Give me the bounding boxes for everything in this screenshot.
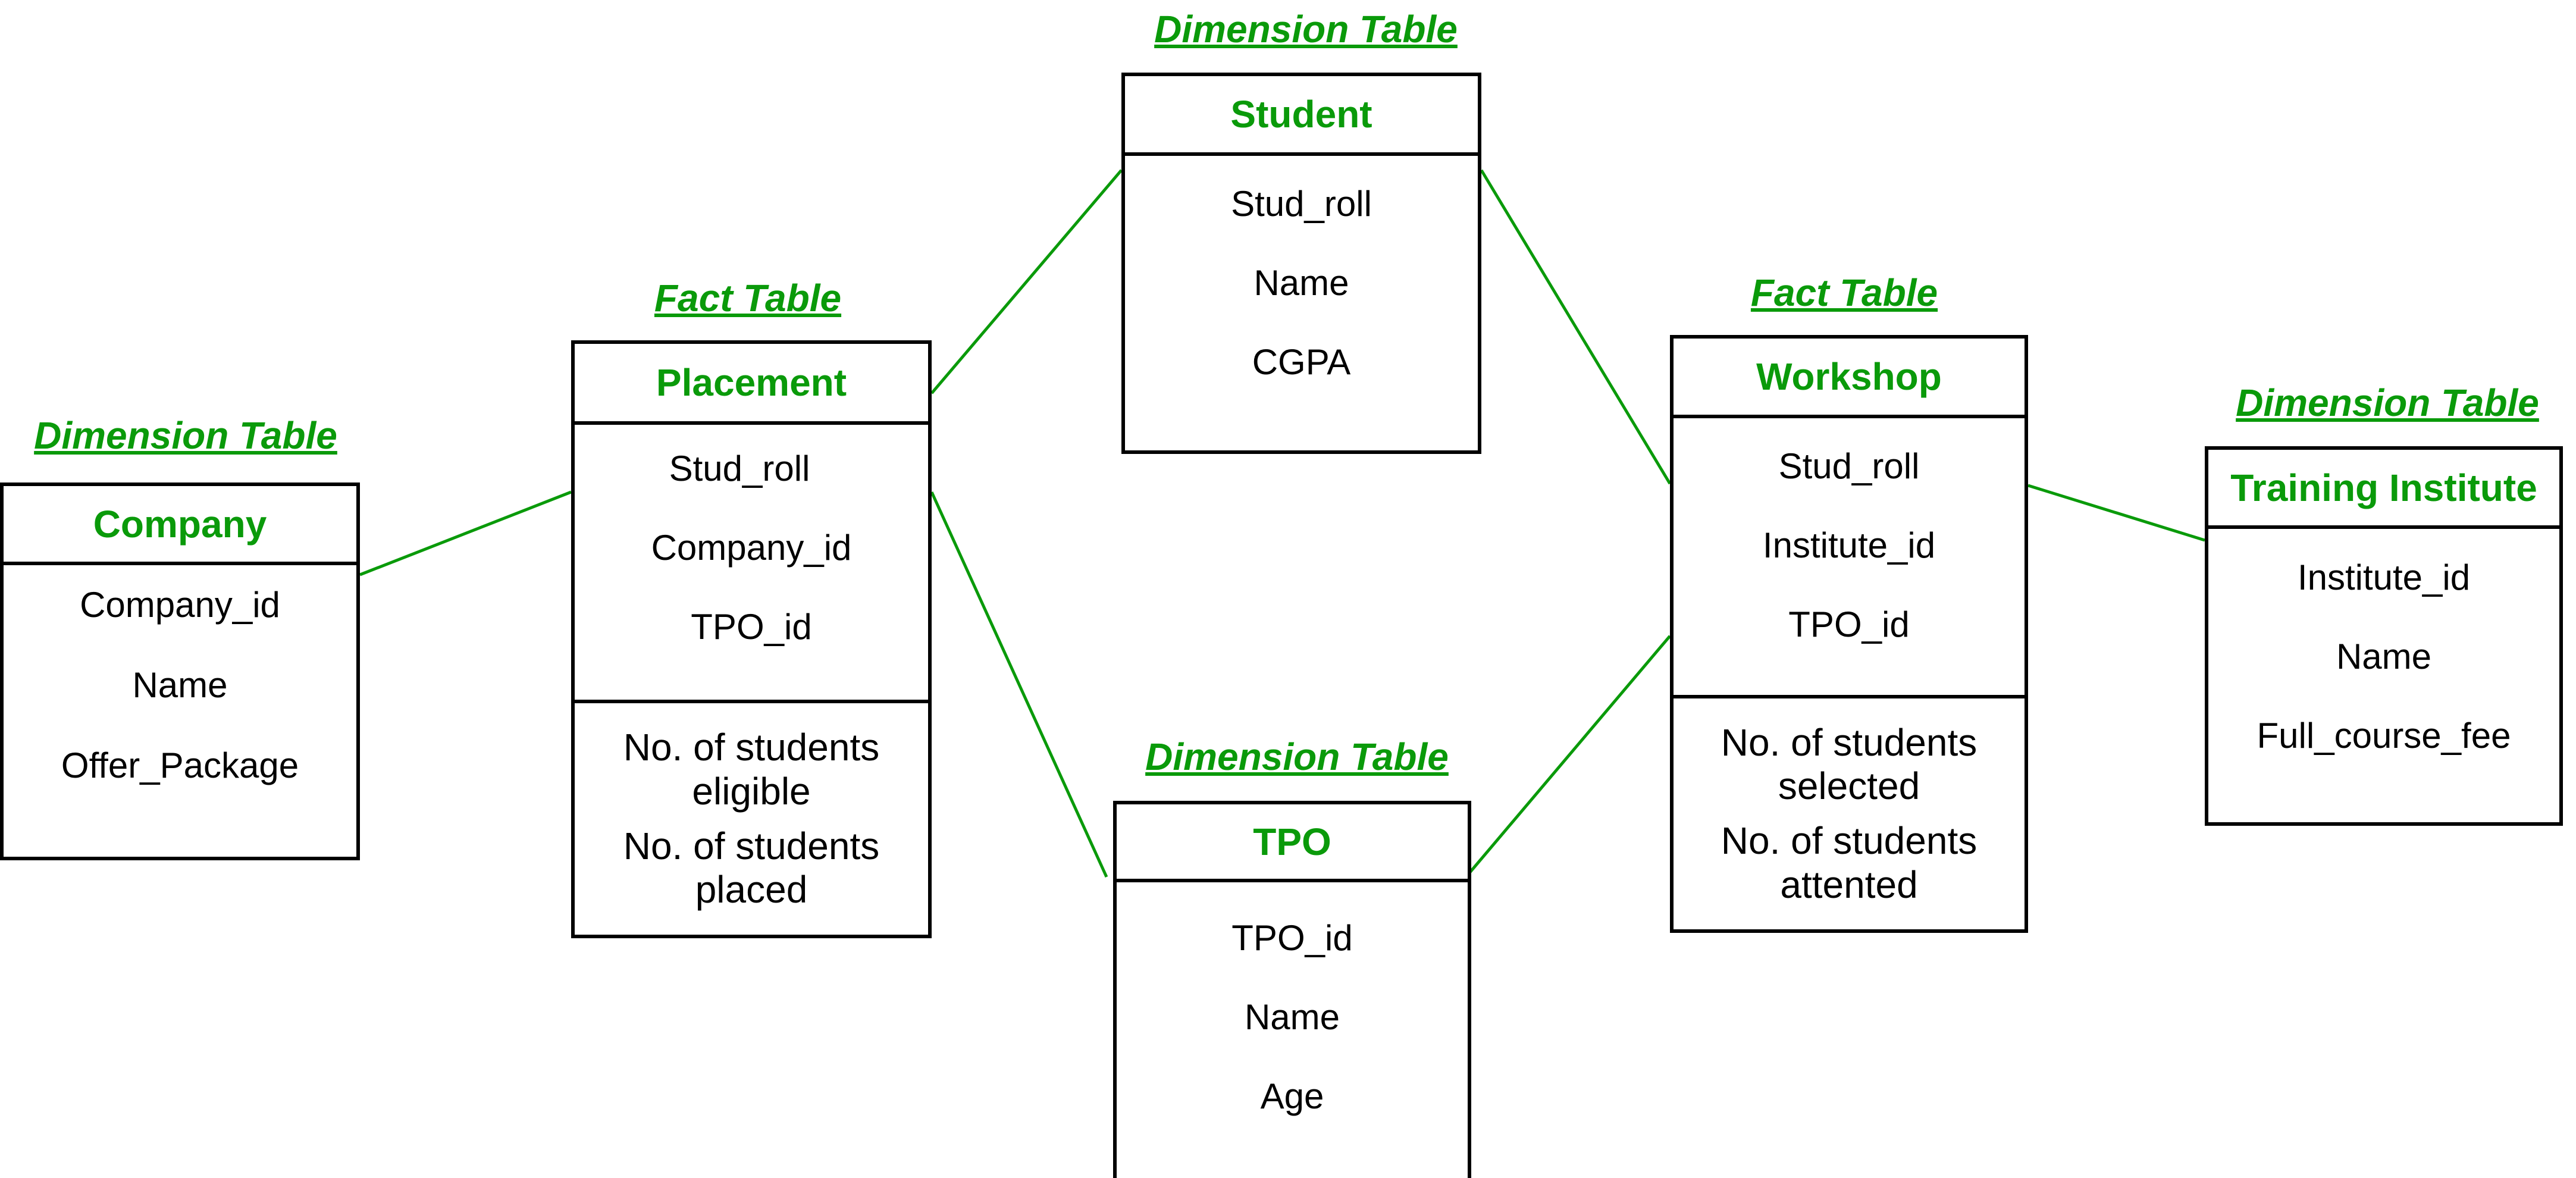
workshop-measure: No. of students attented — [1721, 819, 1978, 906]
placement-table-name: Placement — [575, 344, 928, 425]
placement-caption: Fact Table — [654, 277, 842, 319]
placement-key: Stud_roll — [669, 449, 810, 488]
training-institute-key: Institute_id — [2297, 557, 2471, 597]
training-institute-keys: Institute_id Name Full_course_fee — [2208, 557, 2559, 756]
student-key: Name — [1253, 263, 1349, 303]
student-key: CGPA — [1252, 342, 1351, 382]
tpo-keys: TPO_id Name Age — [1117, 917, 1468, 1117]
placement-measures: No. of students eligible No. of students… — [575, 700, 928, 935]
training-institute-table-name: Training Institute — [2208, 450, 2559, 529]
student-table: Student Stud_roll Name CGPA — [1121, 73, 1481, 454]
company-key: Company_id — [80, 585, 280, 625]
placement-measure: No. of students eligible — [623, 726, 880, 813]
workshop-measures: No. of students selected No. of students… — [1674, 695, 2025, 929]
workshop-key: Institute_id — [1762, 525, 1936, 565]
student-key: Stud_roll — [1231, 184, 1372, 224]
workshop-key: TPO_id — [1788, 604, 1910, 644]
company-table-name: Company — [4, 486, 356, 565]
workshop-measure: No. of students selected — [1721, 720, 1978, 808]
link-placement-tpo — [930, 491, 1108, 878]
tpo-caption: Dimension Table — [1145, 735, 1449, 778]
student-table-name: Student — [1125, 76, 1478, 156]
company-table: Company Company_id Name Offer_Package — [0, 483, 360, 860]
workshop-caption: Fact Table — [1750, 271, 1938, 314]
company-key: Offer_Package — [61, 745, 299, 785]
link-tpo-workshop — [1469, 635, 1671, 873]
student-keys: Stud_roll Name CGPA — [1125, 183, 1478, 383]
training-institute-key: Name — [2336, 637, 2432, 676]
star-schema-diagram: Dimension Table Company Company_id Name … — [0, 0, 2576, 1178]
company-key: Name — [132, 665, 228, 705]
tpo-table: TPO TPO_id Name Age — [1113, 801, 1471, 1178]
workshop-key: Stud_roll — [1778, 446, 1920, 486]
placement-keys: Stud_roll Company_id TPO_id — [575, 448, 928, 647]
workshop-keys: Stud_roll Institute_id TPO_id — [1674, 446, 2025, 645]
student-caption: Dimension Table — [1154, 8, 1458, 51]
workshop-table: Workshop Stud_roll Institute_id TPO_id N… — [1670, 335, 2028, 933]
tpo-key: TPO_id — [1231, 918, 1353, 958]
placement-measure: No. of students placed — [623, 824, 880, 911]
placement-key: Company_id — [651, 528, 852, 568]
company-caption: Dimension Table — [34, 414, 337, 457]
company-keys: Company_id Name Offer_Package — [4, 584, 356, 786]
tpo-key: Name — [1244, 997, 1340, 1037]
link-workshop-training-institute — [2027, 484, 2205, 542]
training-institute-key: Full_course_fee — [2257, 716, 2511, 756]
tpo-table-name: TPO — [1117, 804, 1468, 882]
placement-key: TPO_id — [691, 607, 812, 647]
link-placement-student — [930, 169, 1123, 394]
training-institute-caption: Dimension Table — [2236, 381, 2539, 424]
link-student-workshop — [1480, 169, 1672, 485]
link-company-placement — [359, 490, 572, 577]
tpo-key: Age — [1260, 1076, 1324, 1116]
workshop-table-name: Workshop — [1674, 339, 2025, 418]
training-institute-table: Training Institute Institute_id Name Ful… — [2205, 446, 2563, 826]
placement-table: Placement Stud_roll Company_id TPO_id No… — [571, 340, 932, 938]
